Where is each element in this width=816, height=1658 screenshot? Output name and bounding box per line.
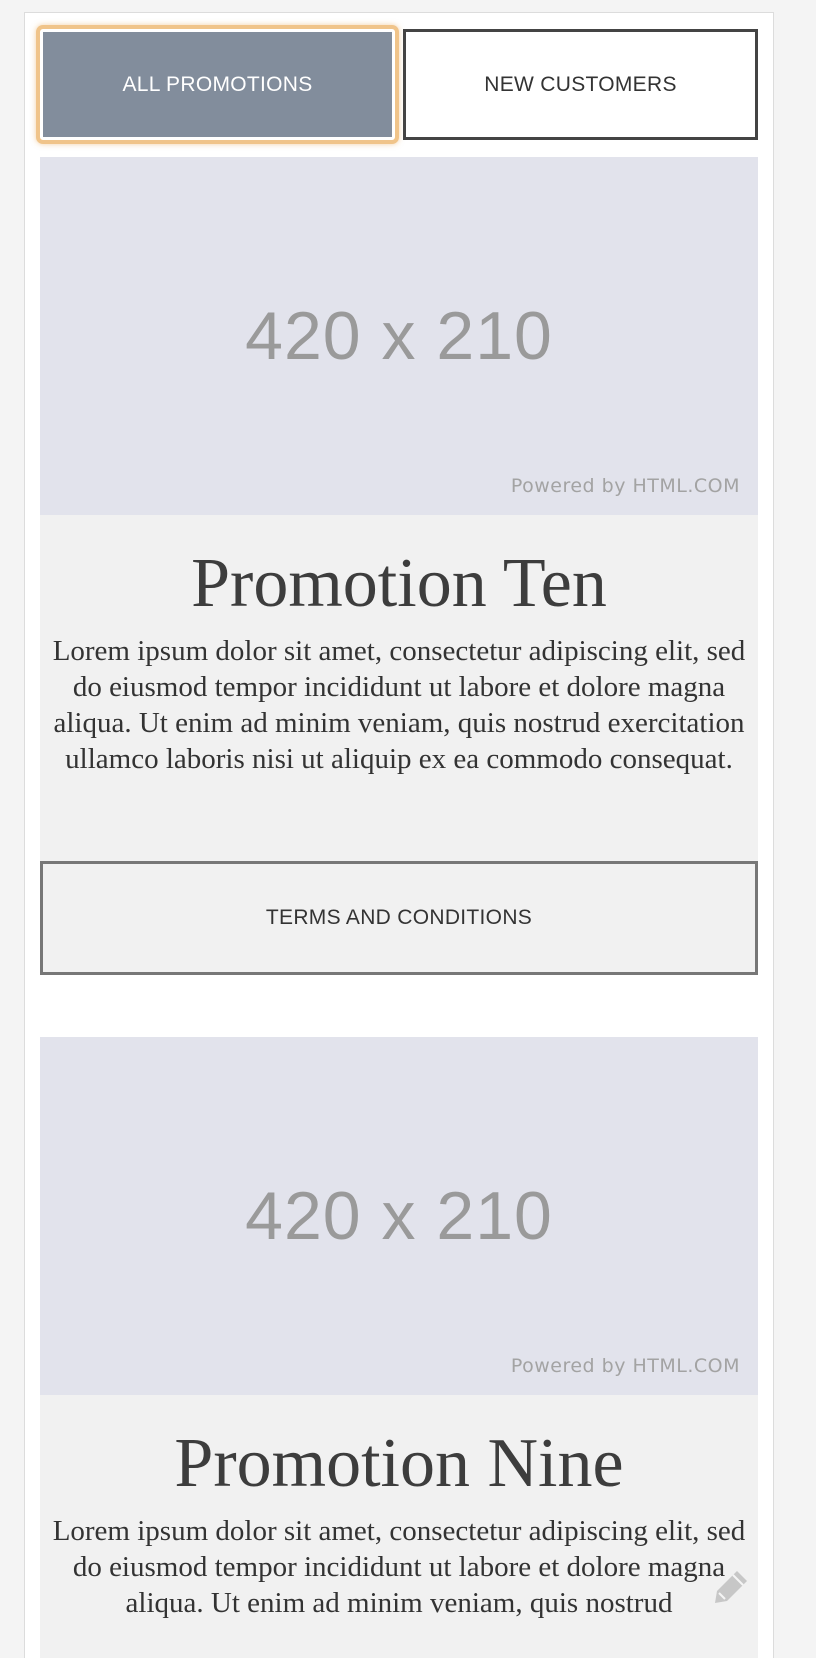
- promotion-card: 420 x 210 Powered by HTML.COM Promotion …: [40, 1037, 758, 1658]
- promotion-image: 420 x 210 Powered by HTML.COM: [40, 157, 758, 515]
- promotion-title: Promotion Ten: [191, 545, 607, 622]
- promotion-card: 420 x 210 Powered by HTML.COM Promotion …: [40, 157, 758, 975]
- promotion-description: Lorem ipsum dolor sit amet, consectetur …: [52, 635, 746, 775]
- promotion-filter-tabs: ALL PROMOTIONS NEW CUSTOMERS: [40, 29, 758, 140]
- promotion-title: Promotion Nine: [174, 1425, 624, 1502]
- promotion-description: Lorem ipsum dolor sit amet, consectetur …: [52, 1515, 746, 1619]
- terms-and-conditions-button[interactable]: TERMS AND CONDITIONS: [40, 861, 758, 975]
- image-dimensions-label: 420 x 210: [245, 1178, 553, 1254]
- image-credit: Powered by HTML.COM: [510, 1355, 740, 1377]
- tab-all-promotions[interactable]: ALL PROMOTIONS: [40, 29, 395, 140]
- image-credit: Powered by HTML.COM: [510, 475, 740, 497]
- page-frame: ALL PROMOTIONS NEW CUSTOMERS 420 x 210 P…: [24, 12, 774, 1658]
- edit-icon[interactable]: [709, 1561, 755, 1607]
- tab-new-customers[interactable]: NEW CUSTOMERS: [403, 29, 758, 140]
- image-dimensions-label: 420 x 210: [245, 298, 553, 374]
- promotion-image: 420 x 210 Powered by HTML.COM: [40, 1037, 758, 1395]
